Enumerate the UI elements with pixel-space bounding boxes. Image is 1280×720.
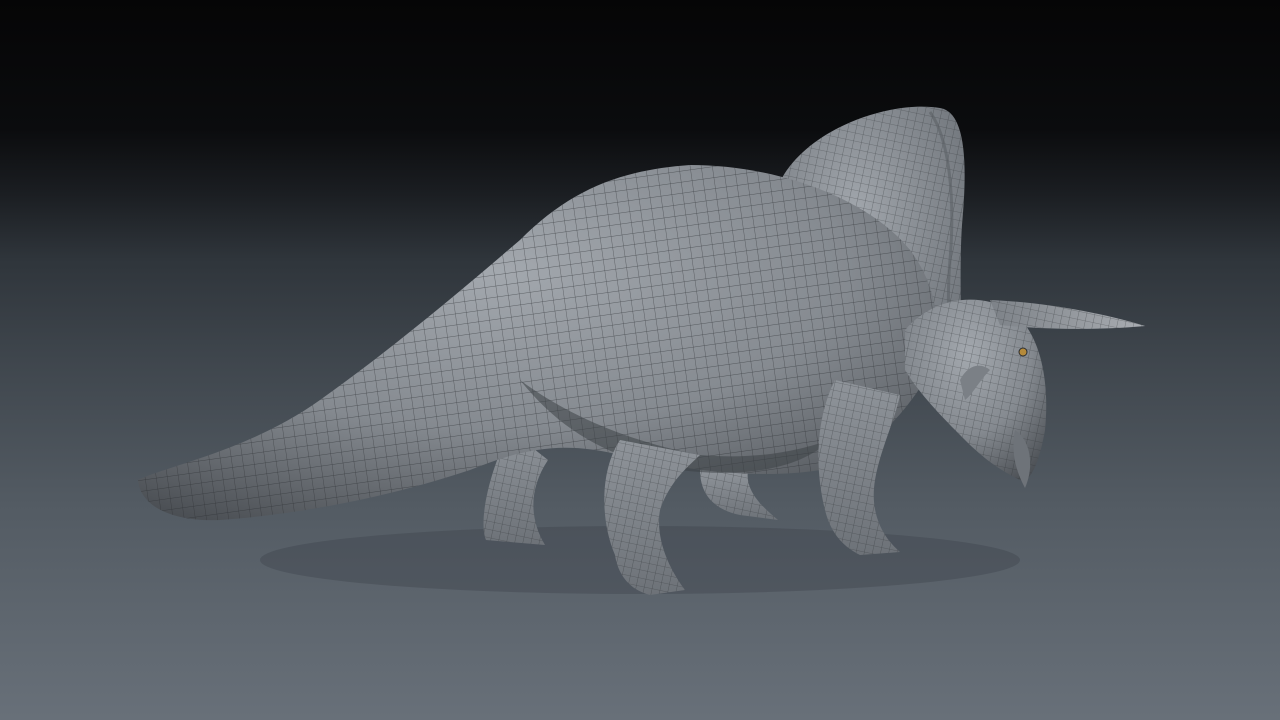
dinosaur-model[interactable] xyxy=(0,0,1280,720)
front-leg-near xyxy=(818,380,900,555)
3d-viewport[interactable] xyxy=(0,0,1280,720)
front-leg-far xyxy=(700,470,778,520)
head xyxy=(905,299,1047,488)
brow-horn xyxy=(990,300,1145,329)
eye-icon xyxy=(1018,347,1028,357)
